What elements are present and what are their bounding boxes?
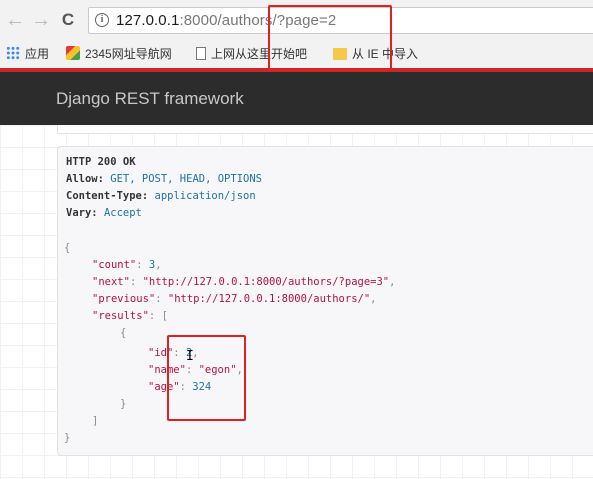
- json-results: "results": [: [92, 310, 168, 322]
- bookmark-2345[interactable]: 2345网址导航网: [66, 46, 172, 62]
- json-open-brace: {: [64, 242, 71, 254]
- bookmark-label: 应用: [25, 47, 50, 61]
- next-link[interactable]: "http://127.0.0.1:8000/authors/?page=3": [143, 276, 390, 288]
- site-info-icon[interactable]: i: [95, 13, 109, 27]
- annotation-box-result: [167, 335, 246, 421]
- url-host: 127.0.0.1: [116, 12, 180, 29]
- page-icon: [196, 47, 206, 60]
- json-next: "next": "http://127.0.0.1:8000/authors/?…: [92, 276, 396, 288]
- json-previous: "previous": "http://127.0.0.1:8000/autho…: [92, 293, 377, 305]
- request-form-panel: [57, 125, 593, 134]
- header-vary: Vary: Accept: [66, 207, 142, 219]
- response-info: HTTP 200 OK Allow: GET, POST, HEAD, OPTI…: [57, 146, 593, 456]
- status-line: HTTP 200 OK: [66, 156, 136, 168]
- previous-link[interactable]: "http://127.0.0.1:8000/authors/": [168, 293, 370, 305]
- apps-icon: [6, 46, 20, 60]
- drf-navbar: Django REST framework: [0, 72, 593, 125]
- header-allow: Allow: GET, POST, HEAD, OPTIONS: [66, 173, 262, 185]
- json-item-open: {: [120, 327, 127, 339]
- json-close-bracket: ]: [92, 415, 99, 427]
- annotation-box-url: [268, 5, 392, 71]
- json-close-brace: }: [64, 432, 71, 444]
- reload-icon[interactable]: C: [57, 8, 79, 32]
- bookmark-apps[interactable]: 应用: [6, 46, 49, 62]
- app-2345-icon: [66, 46, 80, 60]
- json-item-close: }: [120, 398, 127, 410]
- forward-arrow-icon[interactable]: →: [30, 8, 52, 32]
- bookmark-label: 2345网址导航网: [85, 47, 172, 61]
- header-content-type: Content-Type: application/json: [66, 190, 256, 202]
- back-arrow-icon[interactable]: ←: [4, 8, 26, 32]
- json-count: "count": 3,: [92, 259, 162, 271]
- brand-link[interactable]: Django REST framework: [56, 89, 244, 109]
